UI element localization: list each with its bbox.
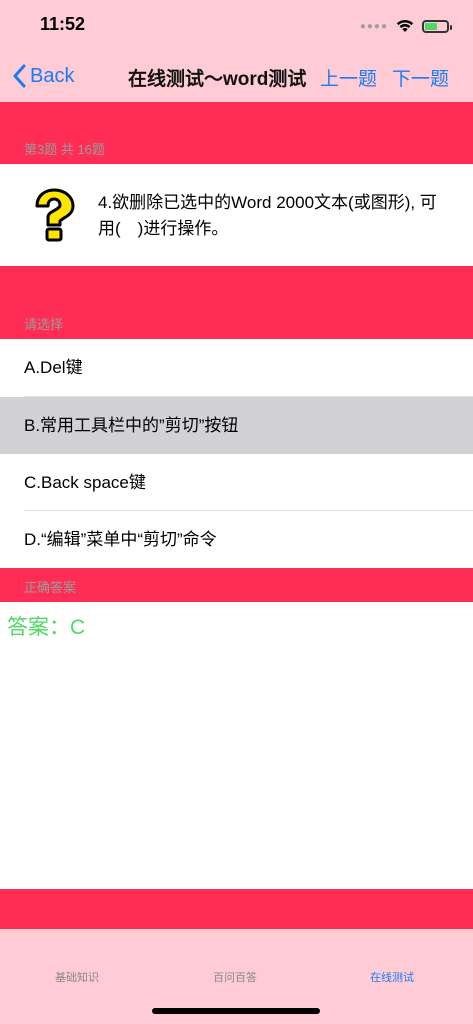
tab-online-test[interactable]: 在线测试 — [370, 969, 414, 985]
question-row: 4.欲删除已选中的Word 2000文本(或图形), 可用( )进行操作。 — [0, 164, 473, 266]
question-text: 4.欲删除已选中的Word 2000文本(或图形), 可用( )进行操作。 — [98, 193, 437, 238]
question-progress-label: 第3题 共 16题 — [24, 142, 105, 157]
status-icons: ●●●● — [359, 16, 452, 36]
nav-title: 在线测试～word测试 — [128, 69, 307, 90]
option-label: C.Back space键 — [24, 473, 146, 492]
answer-header-label: 正确答案 — [24, 580, 77, 595]
option-label: B.常用工具栏中的”剪切”按钮 — [24, 416, 239, 435]
back-label: Back — [30, 64, 75, 87]
options-header-label: 请选择 — [24, 317, 64, 332]
option-b[interactable]: B.常用工具栏中的”剪切”按钮 — [0, 397, 473, 454]
option-d[interactable]: D.“编辑”菜单中“剪切”命令 — [0, 511, 473, 568]
tab-basics[interactable]: 基础知识 — [55, 969, 99, 985]
chevron-left-icon — [13, 64, 26, 88]
next-question-button[interactable]: 下一题 — [392, 64, 449, 91]
wifi-icon — [396, 19, 414, 32]
battery-fill — [425, 22, 437, 30]
home-indicator — [152, 1008, 320, 1014]
question-mark-icon — [35, 188, 75, 242]
options-section-header: 请选择 — [0, 266, 473, 339]
prev-question-button[interactable]: 上一题 — [320, 64, 377, 91]
status-bar: 11:52 ●●●● — [0, 0, 473, 50]
back-button[interactable]: Back — [12, 62, 74, 90]
option-label: D.“编辑”菜单中“剪切”命令 — [24, 530, 217, 549]
signal-dots-icon: ●●●● — [359, 20, 388, 32]
option-label: A.Del键 — [24, 358, 83, 377]
option-a[interactable]: A.Del键 — [0, 339, 473, 396]
answer-section-header: 正确答案 — [0, 568, 473, 602]
bottom-band — [0, 889, 473, 929]
battery-icon — [422, 19, 452, 33]
option-c[interactable]: C.Back space键 — [0, 454, 473, 511]
tab-faq[interactable]: 百问百答 — [213, 969, 257, 985]
status-time: 11:52 — [40, 14, 86, 34]
answer-text: 答案：C — [7, 616, 86, 639]
nav-bar: Back 在线测试～word测试 上一题 下一题 — [0, 50, 473, 102]
question-section-header: 第3题 共 16题 — [0, 102, 473, 164]
